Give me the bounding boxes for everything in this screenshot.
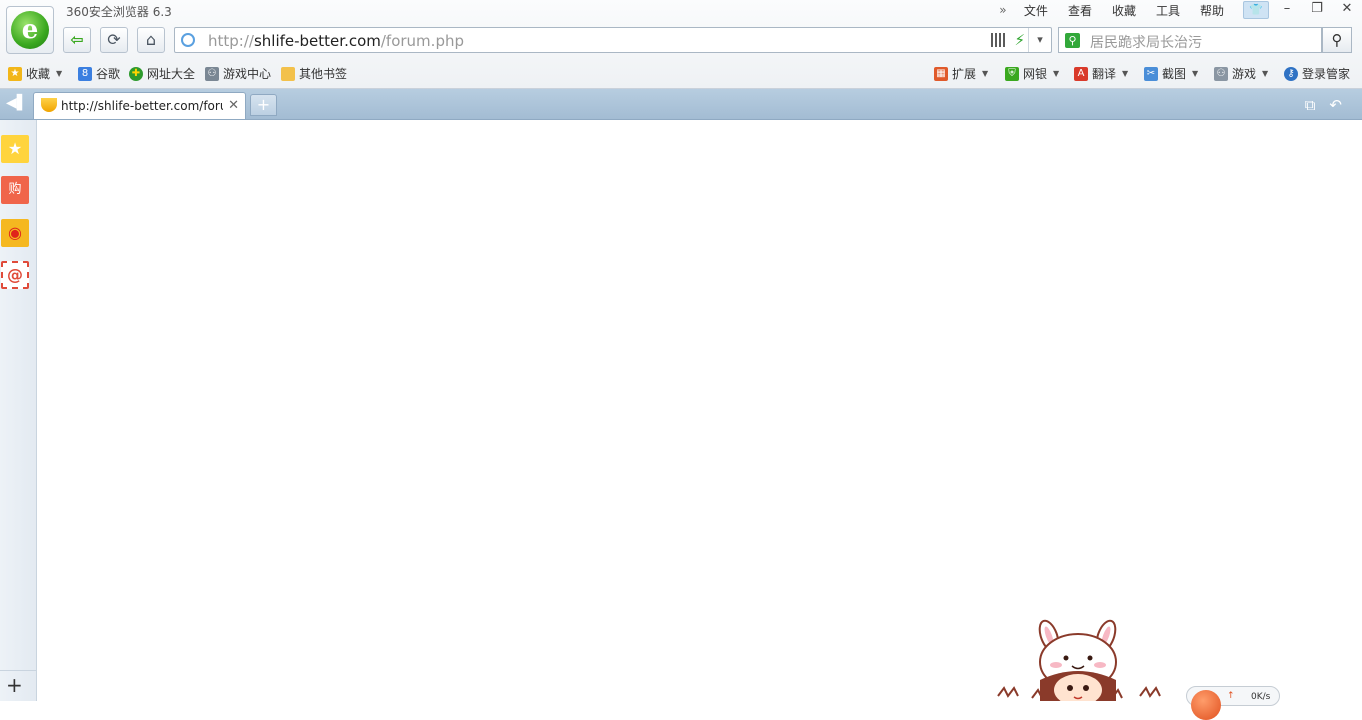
browser-toolbar: e 360安全浏览器 6.3 » 文件 查看 收藏 工具 帮助 👕 – ❐ ✕ … bbox=[0, 0, 1362, 89]
speed-ball-icon bbox=[1191, 690, 1221, 720]
bookmark-favorites[interactable]: ★ 收藏 ▼ bbox=[8, 65, 62, 82]
toolbar-games[interactable]: ⚇ 游戏 ▼ bbox=[1214, 65, 1268, 82]
browser-logo[interactable]: e bbox=[6, 6, 54, 54]
speed-mode-icon[interactable]: ⚡ bbox=[1014, 31, 1025, 49]
toolbar-extensions[interactable]: ▦ 扩展 ▼ bbox=[934, 65, 988, 82]
minimize-icon[interactable]: – bbox=[1272, 0, 1302, 20]
close-window-icon[interactable]: ✕ bbox=[1332, 0, 1362, 20]
sidebar-shopping-icon[interactable]: 购 bbox=[1, 176, 29, 204]
search-input[interactable]: 居民跪求局长治污 bbox=[1090, 32, 1202, 52]
tab-close-icon[interactable]: ✕ bbox=[228, 98, 239, 113]
google-icon: 8 bbox=[78, 66, 92, 81]
key-icon: ⚷ bbox=[1284, 66, 1298, 81]
plus-icon: + bbox=[256, 95, 271, 114]
translate-icon: A bbox=[1074, 66, 1088, 81]
dropdown-arrow-icon[interactable]: ▼ bbox=[1262, 69, 1268, 78]
browser-logo-icon: e bbox=[11, 11, 49, 49]
tab-favicon-icon bbox=[41, 98, 57, 112]
home-button[interactable]: ⌂ bbox=[137, 27, 165, 53]
search-box[interactable]: ⚲ 居民跪求局长治污 bbox=[1058, 27, 1322, 53]
tab-list-icon[interactable]: ⧉ bbox=[1305, 96, 1316, 114]
restore-icon[interactable]: ❐ bbox=[1302, 0, 1332, 20]
skin-icon[interactable]: 👕 bbox=[1243, 1, 1269, 19]
dropdown-arrow-icon[interactable]: ▼ bbox=[1192, 69, 1198, 78]
toolbar-login-manager[interactable]: ⚷ 登录管家 bbox=[1284, 65, 1350, 82]
screenshot-icon: ✂ bbox=[1144, 66, 1158, 81]
menu-tools[interactable]: 工具 bbox=[1146, 2, 1190, 19]
toolbar-screenshot[interactable]: ✂ 截图 ▼ bbox=[1144, 65, 1198, 82]
upload-arrow-icon: ↑ bbox=[1227, 691, 1235, 701]
dropdown-arrow-icon[interactable]: ▼ bbox=[1053, 69, 1059, 78]
page-content bbox=[37, 120, 1362, 701]
toolbar-translate[interactable]: A 翻译 ▼ bbox=[1074, 65, 1128, 82]
refresh-icon: ⟳ bbox=[107, 30, 121, 49]
menu-file[interactable]: 文件 bbox=[1014, 2, 1058, 19]
arrow-left-icon: ⇦ bbox=[70, 30, 84, 49]
address-bar[interactable]: http://shlife-better.com/forum.php ⚡ ▾ bbox=[174, 27, 1052, 53]
sidebar-mail-icon[interactable]: @ bbox=[1, 261, 29, 289]
bookmarks-bar: ★ 收藏 ▼ 8 谷歌 ✚ 网址大全 ⚇ 游戏中心 其他书签 ▦ 扩展 ▼ ⛨ … bbox=[0, 62, 1362, 84]
bunny-mascot-icon bbox=[997, 619, 1161, 701]
bookmark-google[interactable]: 8 谷歌 bbox=[78, 65, 120, 82]
dropdown-arrow-icon[interactable]: ▼ bbox=[1122, 69, 1128, 78]
qr-code-icon[interactable] bbox=[991, 33, 1005, 47]
sidebar-favorites-icon[interactable]: ★ bbox=[1, 135, 29, 163]
network-speed-widget[interactable]: ↑ 0K/s bbox=[1186, 686, 1280, 720]
page-icon bbox=[181, 33, 195, 47]
bookmark-site-directory[interactable]: ✚ 网址大全 bbox=[129, 65, 195, 82]
sidebar-divider bbox=[0, 670, 36, 671]
tab-title: http://shlife-better.com/forum.php bbox=[61, 99, 223, 113]
gamepad-icon: ⚇ bbox=[205, 66, 219, 81]
new-tab-button[interactable]: + bbox=[250, 94, 277, 116]
bookmark-game-center[interactable]: ⚇ 游戏中心 bbox=[205, 65, 271, 82]
sidebar-toggle-icon[interactable]: ◀▌ bbox=[6, 95, 28, 111]
folder-icon bbox=[281, 66, 295, 81]
toolbar-online-banking[interactable]: ⛨ 网银 ▼ bbox=[1005, 65, 1059, 82]
extensions-icon: ▦ bbox=[934, 66, 948, 81]
menu-bar: » 文件 查看 收藏 工具 帮助 👕 – ❐ ✕ bbox=[992, 0, 1362, 20]
menu-favorites[interactable]: 收藏 bbox=[1102, 2, 1146, 19]
bookmark-other[interactable]: 其他书签 bbox=[281, 65, 347, 82]
search-icon: ⚲ bbox=[1331, 31, 1343, 49]
sidebar: ★ 购 ◉ @ + bbox=[0, 120, 37, 701]
address-url[interactable]: http://shlife-better.com/forum.php bbox=[208, 32, 464, 50]
back-button[interactable]: ⇦ bbox=[63, 27, 91, 53]
sidebar-add-icon[interactable]: + bbox=[6, 673, 23, 697]
shield-icon: ⛨ bbox=[1005, 66, 1019, 81]
tab-active[interactable]: http://shlife-better.com/forum.php ✕ bbox=[33, 92, 246, 119]
window-title: 360安全浏览器 6.3 bbox=[66, 5, 172, 19]
sidebar-weibo-icon[interactable]: ◉ bbox=[1, 219, 29, 247]
double-chevron-icon[interactable]: » bbox=[992, 3, 1014, 17]
undo-close-icon[interactable]: ↶ bbox=[1329, 96, 1342, 114]
address-dropdown-icon[interactable]: ▾ bbox=[1028, 28, 1051, 52]
search-button[interactable]: ⚲ bbox=[1322, 27, 1352, 53]
dropdown-arrow-icon[interactable]: ▼ bbox=[982, 69, 988, 78]
game-controller-icon: ⚇ bbox=[1214, 66, 1228, 81]
tab-strip: ◀▌ http://shlife-better.com/forum.php ✕ … bbox=[0, 89, 1362, 120]
dropdown-arrow-icon[interactable]: ▼ bbox=[56, 69, 62, 78]
refresh-button[interactable]: ⟳ bbox=[100, 27, 128, 53]
search-engine-icon[interactable]: ⚲ bbox=[1065, 33, 1080, 48]
menu-view[interactable]: 查看 bbox=[1058, 2, 1102, 19]
star-plus-icon: ★ bbox=[8, 66, 22, 81]
home-icon: ⌂ bbox=[145, 30, 157, 49]
menu-help[interactable]: 帮助 bbox=[1190, 2, 1234, 19]
site-directory-icon: ✚ bbox=[129, 66, 143, 81]
